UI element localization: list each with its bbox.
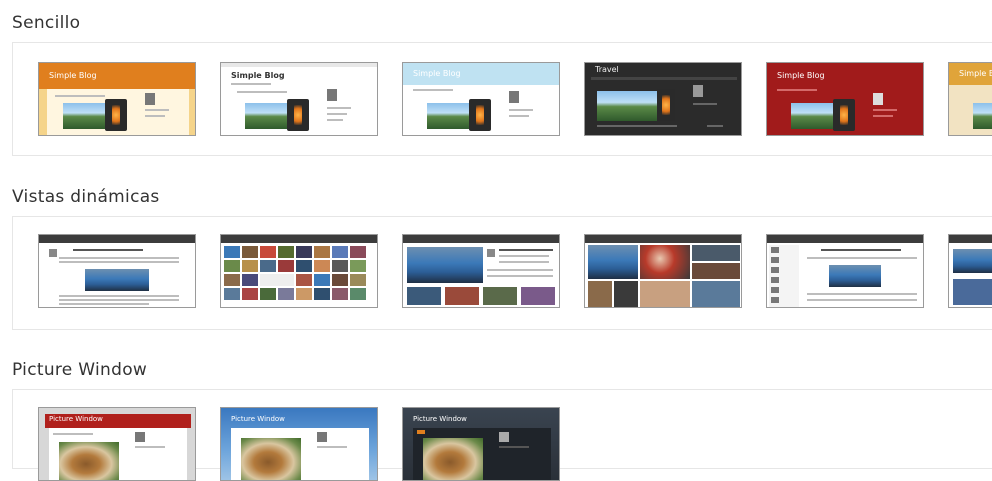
template-thumbnail-picture-window-dark[interactable]: Picture Window xyxy=(402,407,560,481)
thumbnail-blog-title: Picture Window xyxy=(231,415,285,423)
template-thumbnail-simple-dark[interactable]: Travel xyxy=(584,62,742,136)
thumbnail-blog-title: Picture Window xyxy=(413,415,467,423)
template-thumbnail-dynamic-flipcard[interactable] xyxy=(220,234,378,308)
thumbnail-blog-title: Simple Blog xyxy=(49,71,97,80)
template-thumbnail-simple-gold[interactable]: Simple Blog xyxy=(948,62,992,136)
section-title-picture-window: Picture Window xyxy=(12,360,148,380)
thumbnail-blog-title: Simple Blog xyxy=(231,71,285,80)
template-thumbnail-picture-window-blue[interactable]: Picture Window xyxy=(220,407,378,481)
template-thumbnail-dynamic-sidebar[interactable] xyxy=(766,234,924,308)
template-thumbnail-dynamic-magazine[interactable] xyxy=(402,234,560,308)
template-thumbnail-dynamic-snapshot[interactable] xyxy=(948,234,992,308)
section-title-vistas-dinamicas: Vistas dinámicas xyxy=(12,187,160,207)
thumbnail-blog-title: Travel xyxy=(595,65,619,74)
section-title-sencillo: Sencillo xyxy=(12,13,81,33)
template-row-sencillo: Simple Blog Simple Blog Simple Blog Trav… xyxy=(12,42,992,156)
template-row-vistas-dinamicas xyxy=(12,216,992,330)
template-thumbnail-picture-window-red[interactable]: Picture Window xyxy=(38,407,196,481)
thumbnail-blog-title: Simple Blog xyxy=(777,71,825,80)
template-thumbnail-dynamic-classic[interactable] xyxy=(38,234,196,308)
template-row-picture-window: Picture Window Picture Window Picture Wi… xyxy=(12,389,992,481)
template-thumbnail-simple-orange[interactable]: Simple Blog xyxy=(38,62,196,136)
thumbnail-blog-title: Simple Blog xyxy=(413,69,461,78)
template-thumbnail-dynamic-mosaic[interactable] xyxy=(584,234,742,308)
thumbnail-blog-title: Simple Blog xyxy=(959,69,992,78)
template-thumbnail-simple-red[interactable]: Simple Blog xyxy=(766,62,924,136)
template-thumbnail-simple-lightblue[interactable]: Simple Blog xyxy=(402,62,560,136)
template-thumbnail-simple-white[interactable]: Simple Blog xyxy=(220,62,378,136)
thumbnail-blog-title: Picture Window xyxy=(49,415,103,423)
